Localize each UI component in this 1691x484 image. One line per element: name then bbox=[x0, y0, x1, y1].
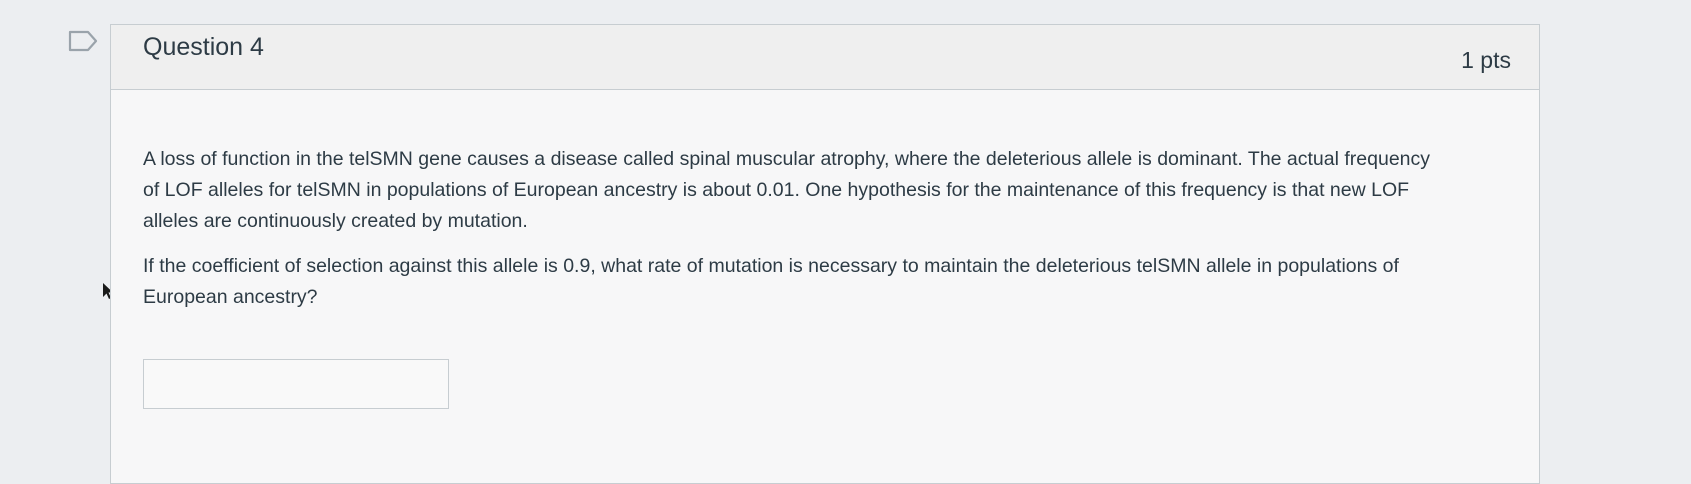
question-title: Question 4 bbox=[143, 33, 264, 61]
question-header: Question 4 1 pts bbox=[111, 25, 1539, 90]
question-card: Question 4 1 pts A loss of function in t… bbox=[110, 24, 1540, 484]
question-text-paragraph: A loss of function in the telSMN gene ca… bbox=[143, 148, 1431, 232]
question-prompt-paragraph: If the coefficient of selection against … bbox=[143, 255, 1399, 308]
flag-question-icon[interactable] bbox=[68, 30, 98, 52]
answer-input[interactable] bbox=[143, 359, 449, 409]
question-points: 1 pts bbox=[1461, 47, 1511, 73]
question-body: A loss of function in the telSMN gene ca… bbox=[111, 90, 1539, 409]
